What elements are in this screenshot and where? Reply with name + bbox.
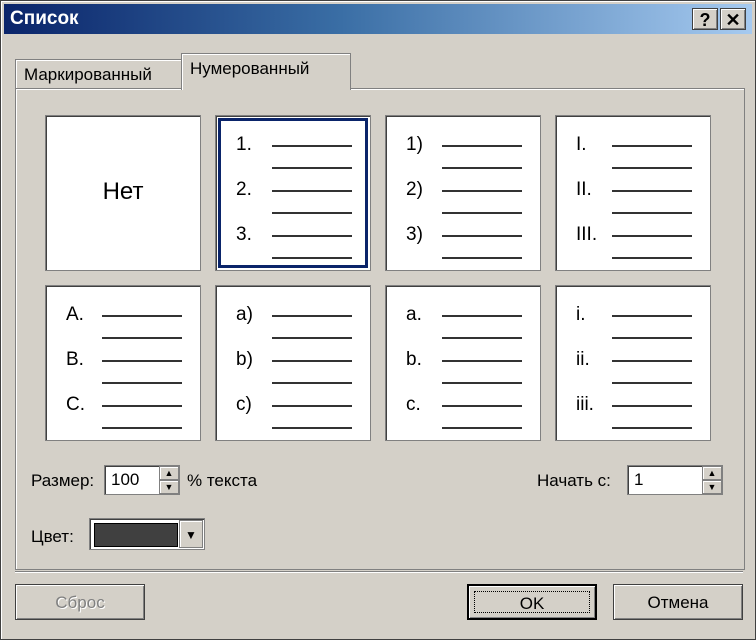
help-button[interactable]: ?	[692, 8, 718, 30]
text-line	[442, 190, 522, 192]
numbering-style-option[interactable]: i. ii. iii.	[555, 285, 711, 441]
text-line	[272, 145, 352, 147]
numbering-style-option[interactable]: 1) 2) 3)	[385, 115, 541, 271]
tab-bulleted[interactable]: Маркированный	[15, 59, 193, 90]
no-numbering-label: Нет	[102, 178, 144, 205]
text-line	[102, 337, 182, 339]
list-marker: iii.	[576, 394, 594, 415]
tab-numbered[interactable]: Нумерованный	[181, 53, 351, 90]
list-marker: c.	[406, 394, 421, 415]
text-line	[442, 337, 522, 339]
start-at-spinner[interactable]: 1 ▲ ▼	[627, 465, 723, 495]
color-dropdown[interactable]: ▼	[89, 518, 205, 550]
size-label: Размер:	[31, 471, 95, 490]
list-marker: III.	[576, 224, 598, 245]
text-line	[442, 360, 522, 362]
text-line	[612, 382, 692, 384]
list-marker: II.	[576, 179, 592, 200]
list-marker: a.	[406, 304, 422, 325]
text-line	[272, 235, 352, 237]
text-line	[272, 167, 352, 169]
list-marker: 3)	[406, 224, 423, 245]
text-line	[272, 427, 352, 429]
text-line	[442, 382, 522, 384]
text-line	[612, 167, 692, 169]
text-line	[272, 360, 352, 362]
button-separator	[15, 571, 743, 573]
color-label: Цвет:	[31, 527, 74, 546]
size-spinner[interactable]: 100 ▲ ▼	[104, 465, 180, 495]
text-line	[102, 427, 182, 429]
text-line	[612, 427, 692, 429]
text-line	[272, 337, 352, 339]
list-marker: ii.	[576, 349, 590, 370]
text-line	[442, 212, 522, 214]
ok-button[interactable]: OK	[467, 584, 597, 620]
start-down-arrow-icon[interactable]: ▼	[702, 480, 722, 494]
numbering-style-option[interactable]: a. b. c.	[385, 285, 541, 441]
list-marker: 1.	[236, 134, 252, 155]
text-line	[102, 360, 182, 362]
size-down-arrow-icon[interactable]: ▼	[159, 480, 179, 494]
text-line	[612, 405, 692, 407]
text-line	[612, 315, 692, 317]
list-marker: 1)	[406, 134, 423, 155]
list-marker: A.	[66, 304, 84, 325]
text-line	[442, 235, 522, 237]
dialog-title: Список	[10, 8, 79, 29]
text-line	[442, 405, 522, 407]
text-line	[272, 315, 352, 317]
text-line	[612, 235, 692, 237]
list-dialog: Список ? ✕ Маркированный Нумерованный Не…	[0, 0, 756, 640]
list-marker: C.	[66, 394, 85, 415]
list-marker: 3.	[236, 224, 252, 245]
numbering-style-option[interactable]: I. II. III.	[555, 115, 711, 271]
text-line	[612, 190, 692, 192]
text-line	[612, 145, 692, 147]
text-line	[272, 190, 352, 192]
text-line	[612, 257, 692, 259]
list-marker: B.	[66, 349, 84, 370]
text-line	[612, 360, 692, 362]
text-line	[272, 257, 352, 259]
text-line	[612, 337, 692, 339]
title-bar: Список ? ✕	[4, 4, 752, 34]
numbering-style-option[interactable]: 1. 2. 3.	[215, 115, 371, 271]
start-at-value: 1	[634, 470, 644, 489]
focus-rect	[474, 591, 590, 613]
list-marker: 2)	[406, 179, 423, 200]
cancel-button[interactable]: Отмена	[613, 584, 743, 620]
text-line	[102, 315, 182, 317]
numbering-style-option[interactable]: a) b) c)	[215, 285, 371, 441]
text-line	[272, 382, 352, 384]
list-marker: 2.	[236, 179, 252, 200]
list-marker: b.	[406, 349, 422, 370]
size-up-arrow-icon[interactable]: ▲	[159, 466, 179, 480]
text-line	[272, 212, 352, 214]
size-value: 100	[111, 470, 140, 489]
start-at-label: Начать с:	[537, 471, 611, 490]
reset-button[interactable]: Сброс	[15, 584, 145, 620]
numbering-style-option[interactable]: A. B. C.	[45, 285, 201, 441]
text-line	[612, 212, 692, 214]
text-line	[442, 257, 522, 259]
list-marker: I.	[576, 134, 587, 155]
close-button[interactable]: ✕	[720, 8, 746, 30]
list-marker: i.	[576, 304, 586, 325]
text-line	[442, 427, 522, 429]
list-marker: a)	[236, 304, 253, 325]
text-line	[442, 145, 522, 147]
size-suffix: % текста	[187, 471, 258, 490]
list-marker: b)	[236, 349, 253, 370]
chevron-down-icon[interactable]: ▼	[179, 520, 203, 548]
text-line	[102, 405, 182, 407]
color-swatch	[94, 523, 178, 547]
numbering-style-option[interactable]: Нет	[45, 115, 201, 271]
list-marker: c)	[236, 394, 252, 415]
text-line	[442, 167, 522, 169]
text-line	[442, 315, 522, 317]
text-line	[102, 382, 182, 384]
start-up-arrow-icon[interactable]: ▲	[702, 466, 722, 480]
text-line	[272, 405, 352, 407]
